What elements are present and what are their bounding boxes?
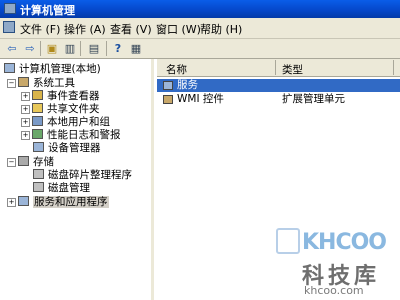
tree-item-services-applications[interactable]: + 服务和应用程序 (7, 195, 109, 209)
system-menu-icon[interactable] (3, 21, 15, 33)
expand-icon[interactable]: + (21, 92, 30, 101)
watermark: KHCOO 科技库 khcoo.com (276, 222, 394, 298)
defrag-icon (33, 169, 44, 179)
column-divider[interactable] (393, 60, 394, 75)
menu-help[interactable]: 帮助 (H) (200, 21, 242, 37)
window-title: 计算机管理 (20, 4, 75, 17)
storage-icon (18, 156, 29, 166)
tree-item-storage[interactable]: − 存储 (7, 155, 54, 169)
users-icon (32, 116, 43, 126)
up-folder-icon[interactable]: ▣ (44, 41, 60, 56)
collapse-icon[interactable]: − (7, 158, 16, 167)
expand-icon[interactable]: + (21, 105, 30, 114)
tree-item-system-tools[interactable]: − 系统工具 (7, 76, 75, 90)
watermark-brand: KHCOO (302, 230, 387, 255)
computer-icon (4, 63, 15, 73)
show-hide-tree-icon[interactable]: ▥ (62, 41, 78, 56)
list-item[interactable]: WMI 控件 扩展管理单元 (157, 93, 400, 106)
tree-item-local-users[interactable]: + 本地用户和组 (21, 115, 110, 129)
performance-icon (32, 129, 43, 139)
shared-folder-icon (32, 103, 43, 113)
list-item[interactable]: 服务 (157, 79, 400, 92)
collapse-icon[interactable]: − (7, 79, 16, 88)
expand-icon[interactable]: + (21, 131, 30, 140)
event-viewer-icon (32, 90, 43, 100)
list-item-name: WMI 控件 (177, 93, 224, 105)
list-header: 名称 类型 (157, 59, 400, 77)
tools-icon (18, 77, 29, 87)
list-item-type: 扩展管理单元 (282, 93, 345, 105)
column-header-type[interactable]: 类型 (282, 62, 303, 77)
properties-icon[interactable]: ▦ (128, 41, 144, 56)
services-apps-icon (18, 196, 29, 206)
device-manager-icon (33, 142, 44, 152)
menu-action[interactable]: 操作 (A) (64, 21, 106, 37)
column-header-name[interactable]: 名称 (166, 62, 187, 77)
tree-item-shared-folders[interactable]: + 共享文件夹 (21, 102, 100, 116)
toolbar-separator (40, 41, 41, 56)
toolbar-separator (106, 41, 107, 56)
tree-item-performance-logs[interactable]: + 性能日志和警报 (21, 128, 121, 142)
computer-management-icon (4, 3, 16, 14)
tree-item-computer-management[interactable]: 计算机管理(本地) (4, 62, 101, 76)
menu-bar: 文件 (F) 操作 (A) 查看 (V) 窗口 (W) 帮助 (H) (0, 18, 400, 39)
menu-file[interactable]: 文件 (F) (20, 21, 60, 37)
book-logo-icon (276, 228, 300, 254)
column-divider[interactable] (275, 60, 276, 75)
wmi-icon (163, 95, 173, 104)
tree-item-disk-management[interactable]: 磁盘管理 (33, 181, 90, 195)
expand-icon[interactable]: + (7, 198, 16, 207)
title-bar: 计算机管理 (0, 0, 400, 18)
forward-arrow-icon[interactable]: ⇨ (22, 41, 38, 56)
watermark-url: khcoo.com (304, 284, 364, 297)
back-arrow-icon[interactable]: ⇦ (4, 41, 20, 56)
disk-management-icon (33, 182, 44, 192)
services-icon (163, 81, 173, 90)
toolbar: ⇦ ⇨ ▣ ▥ ▤ ? ▦ (0, 39, 400, 59)
console-tree: 计算机管理(本地) − 系统工具 + 事件查看器 + 共享文件夹 + 本地用户和组 + 性… (0, 59, 154, 300)
help-icon[interactable]: ? (110, 41, 126, 56)
export-list-icon[interactable]: ▤ (86, 41, 102, 56)
menu-window[interactable]: 窗口 (W) (156, 21, 201, 37)
toolbar-separator (80, 41, 81, 56)
tree-item-device-manager[interactable]: 设备管理器 (33, 141, 101, 155)
menu-view[interactable]: 查看 (V) (110, 21, 152, 37)
tree-item-disk-defragmenter[interactable]: 磁盘碎片整理程序 (33, 168, 132, 182)
list-item-name: 服务 (177, 79, 198, 91)
expand-icon[interactable]: + (21, 118, 30, 127)
tree-item-event-viewer[interactable]: + 事件查看器 (21, 89, 100, 103)
